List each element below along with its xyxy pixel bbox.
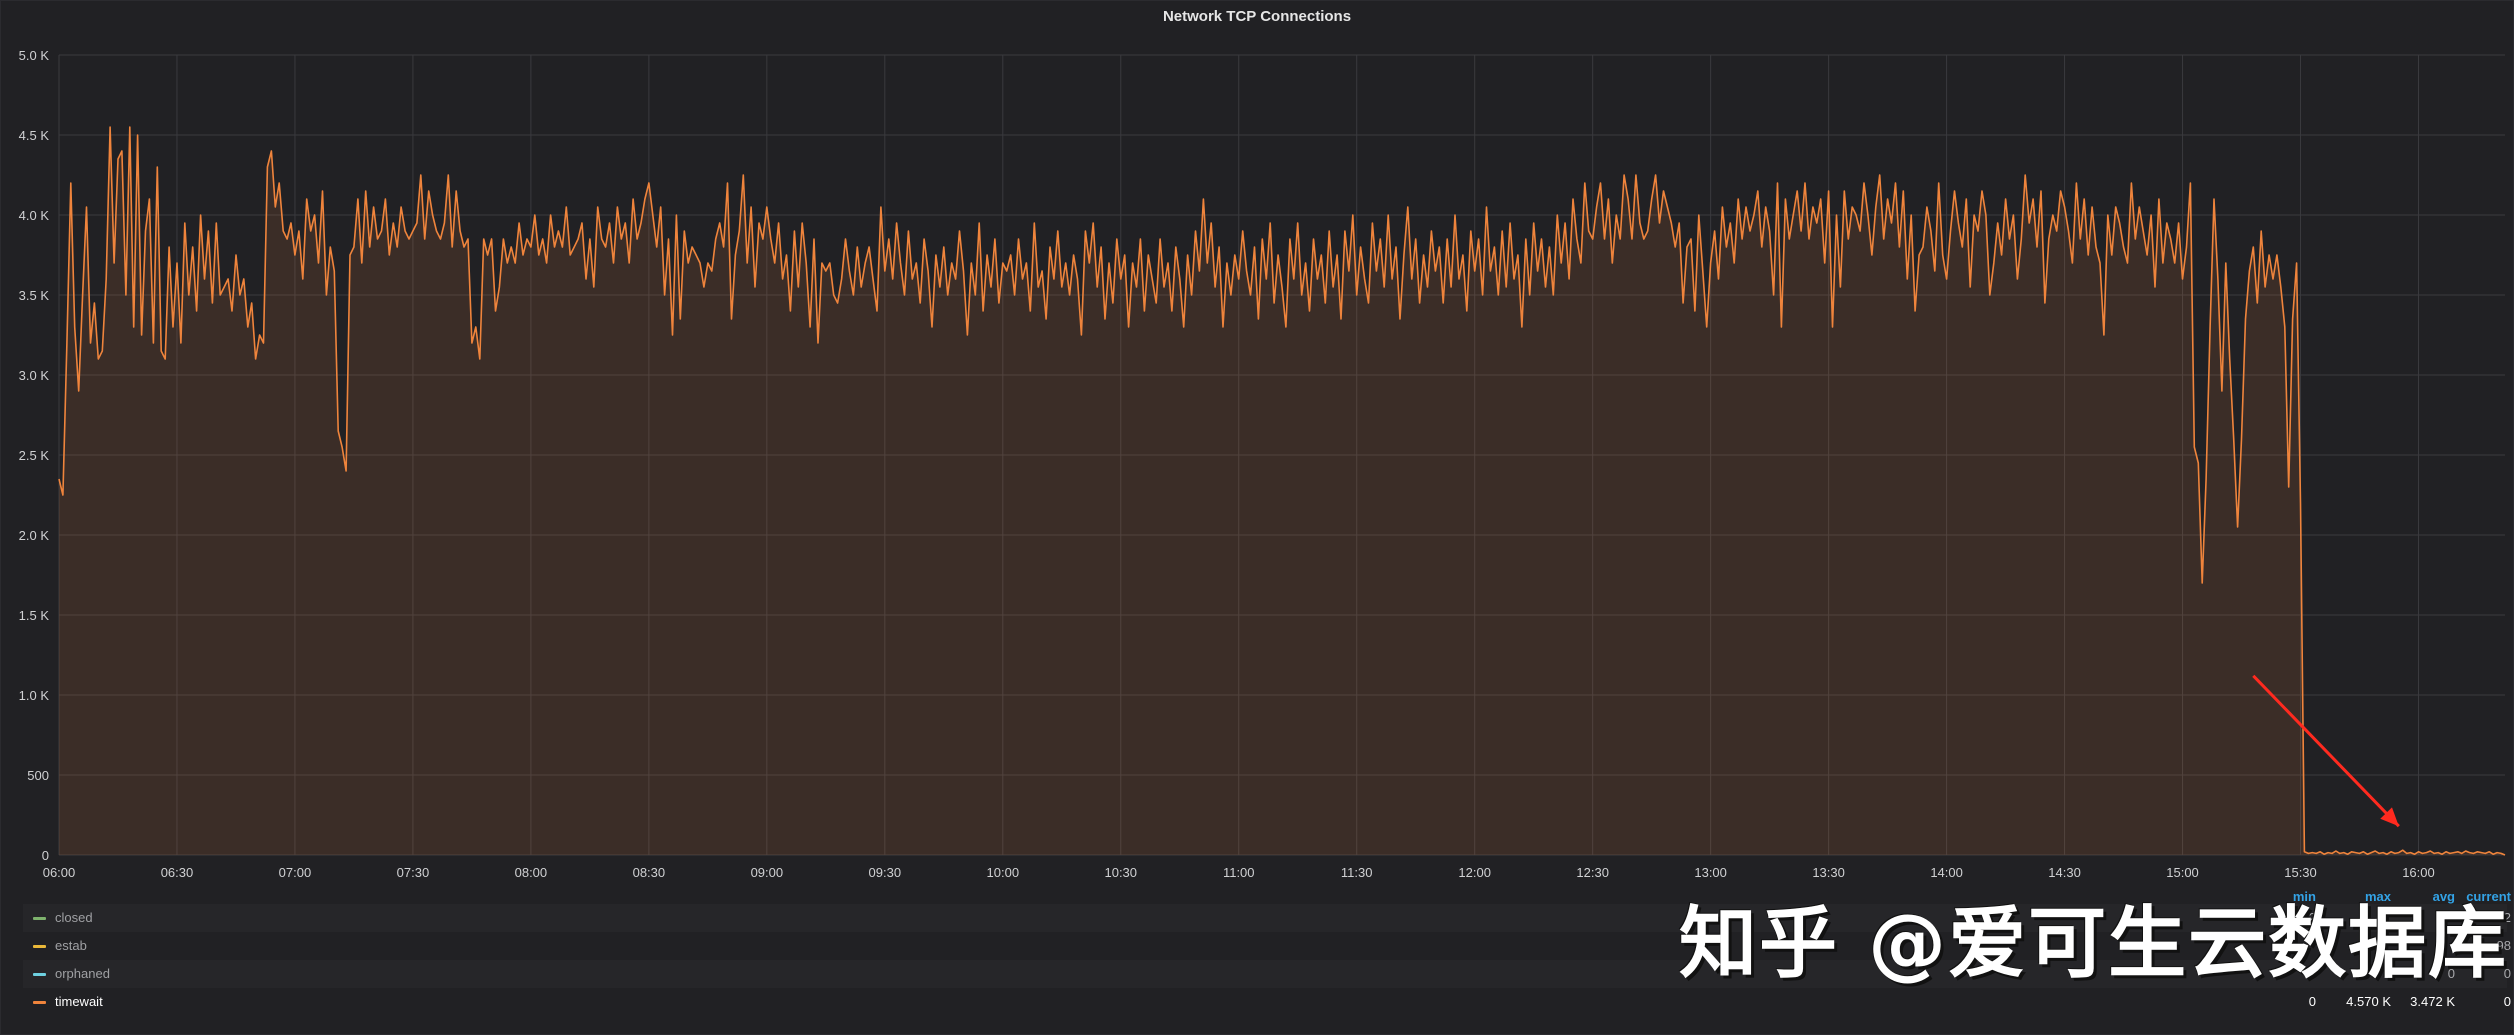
x-tick-label: 12:00 <box>1458 865 1491 880</box>
chart: 0 500 1.0 K 1.5 K 2.0 K 2.5 K 3.0 K 3.5 K 4.0 K 4… <box>19 48 2506 880</box>
x-tick-label: 09:00 <box>751 865 784 880</box>
y-tick-label: 1.5 K <box>19 608 50 623</box>
x-axis: 06:00 06:30 07:00 07:30 08:00 08:30 09:00 09:30… <box>43 865 2435 880</box>
y-tick-label: 4.5 K <box>19 128 50 143</box>
x-tick-label: 09:30 <box>869 865 902 880</box>
legend-series-name[interactable]: orphaned <box>55 960 110 988</box>
y-tick-label: 2.5 K <box>19 448 50 463</box>
legend-series-name[interactable]: estab <box>55 932 87 960</box>
x-tick-label: 15:30 <box>2284 865 2317 880</box>
x-tick-label: 15:00 <box>2166 865 2199 880</box>
series-layer <box>58 126 2506 856</box>
legend-swatch[interactable] <box>33 1001 46 1004</box>
x-tick-label: 11:30 <box>1341 865 1373 880</box>
x-tick-label: 10:00 <box>987 865 1020 880</box>
y-tick-label: 1.0 K <box>19 688 50 703</box>
x-tick-label: 11:00 <box>1223 865 1255 880</box>
x-tick-label: 10:30 <box>1104 865 1137 880</box>
x-tick-label: 13:30 <box>1812 865 1845 880</box>
x-tick-label: 06:00 <box>43 865 76 880</box>
x-tick-label: 07:00 <box>279 865 312 880</box>
x-tick-label: 14:30 <box>2048 865 2081 880</box>
watermark-text: 知乎 @爱可生云数据库 <box>1679 899 2509 989</box>
graph-panel: Network TCP Connections 0 500 1.0 K 1.5 K 2.… <box>0 0 2514 1035</box>
legend-swatch[interactable] <box>33 973 46 976</box>
legend-series-name[interactable]: timewait <box>55 988 103 1016</box>
y-tick-label: 3.5 K <box>19 288 50 303</box>
y-tick-label: 5.0 K <box>19 48 50 63</box>
y-tick-label: 3.0 K <box>19 368 50 383</box>
legend-swatch[interactable] <box>33 917 46 920</box>
x-tick-label: 07:30 <box>397 865 430 880</box>
x-tick-label: 08:00 <box>515 865 548 880</box>
y-axis: 0 500 1.0 K 1.5 K 2.0 K 2.5 K 3.0 K 3.5 K 4.0 K 4… <box>19 48 50 863</box>
y-tick-label: 0 <box>42 848 49 863</box>
y-tick-label: 500 <box>27 768 49 783</box>
x-tick-label: 06:30 <box>161 865 194 880</box>
y-tick-label: 2.0 K <box>19 528 50 543</box>
x-tick-label: 14:00 <box>1930 865 1963 880</box>
x-tick-label: 13:00 <box>1694 865 1727 880</box>
y-tick-label: 4.0 K <box>19 208 50 223</box>
x-tick-label: 08:30 <box>633 865 666 880</box>
legend-series-name[interactable]: closed <box>55 904 93 932</box>
x-tick-label: 12:30 <box>1576 865 1609 880</box>
legend-swatch[interactable] <box>33 945 46 948</box>
series-area-timewait <box>59 127 2505 855</box>
x-tick-label: 16:00 <box>2402 865 2435 880</box>
